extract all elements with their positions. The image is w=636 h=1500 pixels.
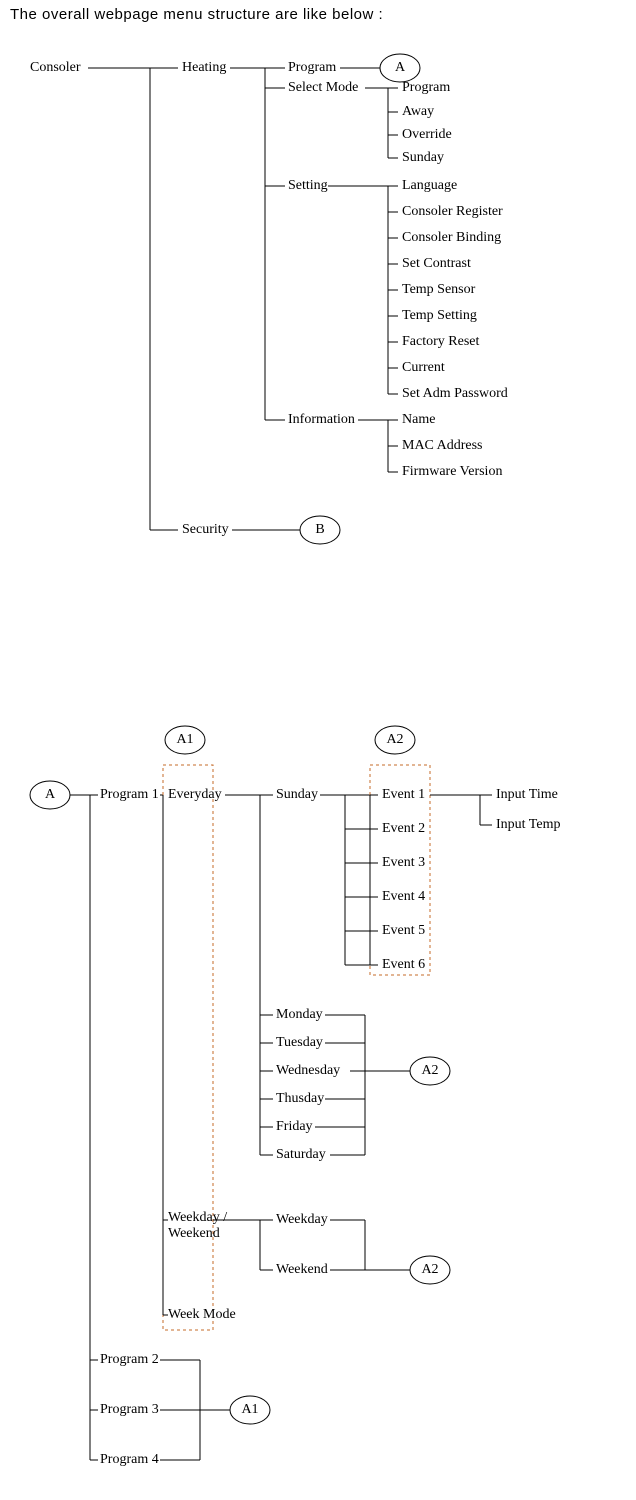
node-program-3: Program 3 — [100, 1402, 159, 1418]
ref-a2-ww: A2 — [421, 1262, 438, 1277]
node-day-saturday: Saturday — [276, 1147, 326, 1163]
ref-b: B — [315, 522, 324, 537]
node-program-1: Program 1 — [100, 787, 159, 803]
node-sm-sunday: Sunday — [402, 150, 444, 166]
node-st-factory-reset: Factory Reset — [402, 334, 479, 350]
node-program-4: Program 4 — [100, 1452, 159, 1468]
node-week-mode: Week Mode — [168, 1307, 236, 1323]
node-setting: Setting — [288, 178, 328, 194]
node-day-wednesday: Wednesday — [276, 1063, 340, 1079]
ref-a2-header: A2 — [386, 732, 403, 747]
node-event-2: Event 2 — [382, 821, 425, 837]
node-everyday: Everyday — [168, 787, 222, 803]
node-st-language: Language — [402, 178, 457, 194]
node-information: Information — [288, 412, 355, 428]
node-event-6: Event 6 — [382, 957, 425, 973]
node-day-tuesday: Tuesday — [276, 1035, 323, 1051]
node-sm-override: Override — [402, 127, 452, 143]
node-event-3: Event 3 — [382, 855, 425, 871]
node-day-monday: Monday — [276, 1007, 323, 1023]
ref-a1-header: A1 — [176, 732, 193, 747]
node-program: Program — [288, 60, 336, 76]
node-input-temp: Input Temp — [496, 817, 560, 833]
node-st-consoler-binding: Consoler Binding — [402, 230, 501, 246]
ref-a-top: A — [395, 60, 406, 75]
node-security: Security — [182, 522, 229, 538]
node-sm-program: Program — [402, 80, 450, 96]
node-in-mac: MAC Address — [402, 438, 483, 454]
node-day-thusday: Thusday — [276, 1091, 324, 1107]
node-st-set-adm-password: Set Adm Password — [402, 386, 508, 402]
node-st-consoler-register: Consoler Register — [402, 204, 503, 220]
node-ww-weekend: Weekend — [276, 1262, 328, 1278]
node-st-set-contrast: Set Contrast — [402, 256, 471, 272]
node-consoler: Consoler — [30, 60, 81, 76]
node-in-firmware: Firmware Version — [402, 464, 502, 480]
node-in-name: Name — [402, 412, 435, 428]
node-event-5: Event 5 — [382, 923, 425, 939]
node-day-sunday: Sunday — [276, 787, 318, 803]
node-input-time: Input Time — [496, 787, 558, 803]
ref-a1-programs: A1 — [241, 1402, 258, 1417]
node-weekday-weekend: Weekday / Weekend — [168, 1210, 227, 1242]
node-select-mode: Select Mode — [288, 80, 358, 96]
ref-a2-days: A2 — [421, 1063, 438, 1078]
node-st-temp-setting: Temp Setting — [402, 308, 477, 324]
ref-a-bottom: A — [45, 787, 56, 802]
node-sm-away: Away — [402, 104, 434, 120]
node-st-temp-sensor: Temp Sensor — [402, 282, 475, 298]
diagram-page: The overall webpage menu structure are l… — [0, 0, 636, 1500]
node-event-1: Event 1 — [382, 787, 425, 803]
node-program-2: Program 2 — [100, 1352, 159, 1368]
node-event-4: Event 4 — [382, 889, 425, 905]
node-heating: Heating — [182, 60, 226, 76]
node-st-current: Current — [402, 360, 445, 376]
node-day-friday: Friday — [276, 1119, 313, 1135]
node-ww-weekday: Weekday — [276, 1212, 328, 1228]
